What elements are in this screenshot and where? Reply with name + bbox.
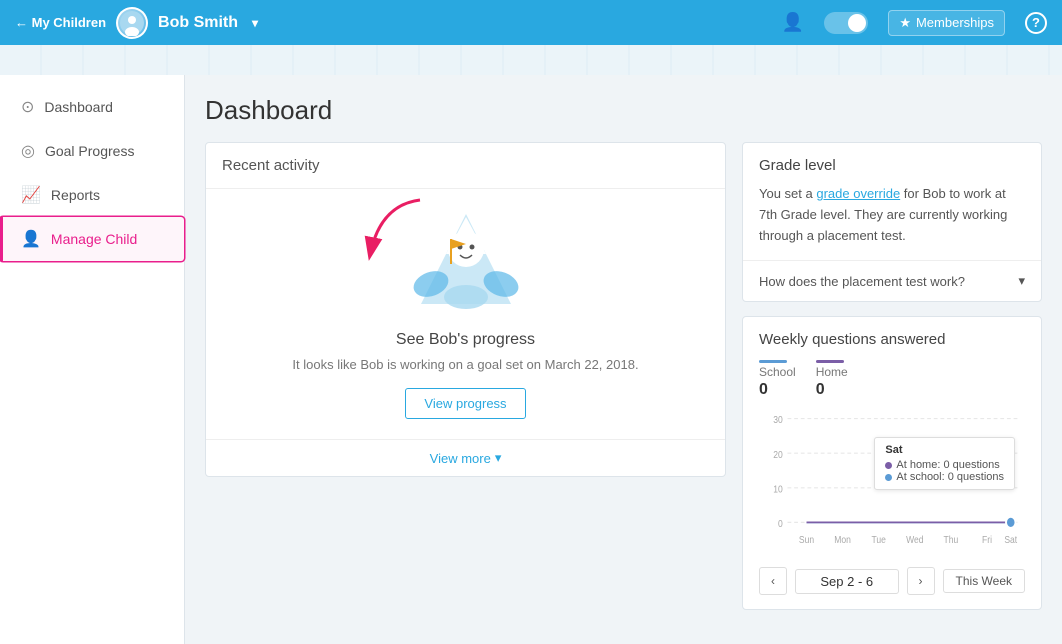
- activity-title: See Bob's progress: [396, 331, 535, 349]
- school-legend: School 0: [759, 360, 796, 399]
- svg-text:Wed: Wed: [906, 535, 923, 547]
- next-week-button[interactable]: ›: [907, 567, 935, 595]
- tooltip-home-label: At home: 0 questions: [896, 459, 999, 471]
- chart-container: 30 20 10 0 Sun Mon Tue Wed Thu Fri: [759, 407, 1025, 557]
- date-range: Sep 2 - 6: [795, 569, 899, 594]
- svg-text:Sat: Sat: [1004, 535, 1017, 547]
- back-link[interactable]: ← My Children: [15, 15, 106, 30]
- page-title: Dashboard: [205, 95, 1042, 126]
- tooltip-school-label: At school: 0 questions: [896, 471, 1004, 483]
- pattern-bar: [0, 45, 1062, 75]
- prev-week-button[interactable]: ‹: [759, 567, 787, 595]
- memberships-label: Memberships: [916, 15, 994, 30]
- dashboard-icon: ⊙: [21, 97, 34, 117]
- sidebar-label-manage-child: Manage Child: [51, 231, 137, 247]
- school-legend-label: School: [759, 365, 796, 379]
- avatar-icon: [118, 9, 146, 37]
- svg-text:Mon: Mon: [834, 535, 851, 547]
- sidebar: ⊙ Dashboard ◎ Goal Progress 📈 Reports 👤 …: [0, 75, 185, 644]
- accordion-label: How does the placement test work?: [759, 274, 965, 289]
- svg-text:Sun: Sun: [799, 535, 814, 547]
- header-right: 👤 ★ Memberships ?: [782, 10, 1047, 36]
- help-button[interactable]: ?: [1025, 12, 1047, 34]
- view-progress-button[interactable]: View progress: [405, 388, 525, 419]
- this-week-button[interactable]: This Week: [943, 569, 1025, 593]
- school-legend-bar: [759, 360, 787, 363]
- star-icon: ★: [899, 15, 911, 31]
- header-username[interactable]: Bob Smith: [158, 14, 238, 32]
- goal-progress-icon: ◎: [21, 141, 35, 161]
- svg-text:Fri: Fri: [982, 535, 992, 547]
- reports-icon: 📈: [21, 185, 41, 205]
- weekly-card-body: Weekly questions answered School 0 Home …: [743, 317, 1041, 609]
- chart-tooltip: Sat At home: 0 questions At school: 0 qu…: [874, 437, 1015, 490]
- toggle-knob: [848, 14, 866, 32]
- sidebar-item-manage-child[interactable]: 👤 Manage Child: [0, 217, 184, 261]
- activity-card-header: Recent activity: [206, 143, 725, 189]
- weekly-legend: School 0 Home 0: [759, 360, 1025, 399]
- svg-text:10: 10: [773, 484, 783, 496]
- content-columns: Recent activity: [205, 142, 1042, 624]
- sidebar-item-goal-progress[interactable]: ◎ Goal Progress: [0, 129, 184, 173]
- chart-navigation: ‹ Sep 2 - 6 › This Week: [759, 567, 1025, 595]
- manage-child-icon: 👤: [21, 229, 41, 249]
- view-more-label: View more: [430, 451, 491, 466]
- sidebar-label-goal-progress: Goal Progress: [45, 143, 134, 159]
- activity-description: It looks like Bob is working on a goal s…: [292, 357, 638, 372]
- svg-text:Thu: Thu: [944, 535, 959, 547]
- tooltip-home-dot: [885, 462, 892, 469]
- weekly-questions-card: Weekly questions answered School 0 Home …: [742, 316, 1042, 610]
- tooltip-home-item: At home: 0 questions: [885, 459, 1004, 471]
- sidebar-item-dashboard[interactable]: ⊙ Dashboard: [0, 85, 184, 129]
- sidebar-item-reports[interactable]: 📈 Reports: [0, 173, 184, 217]
- grade-card-body: Grade level You set a grade override for…: [743, 143, 1041, 260]
- activity-center: See Bob's progress It looks like Bob is …: [206, 189, 725, 439]
- header: ← My Children Bob Smith ▾ 👤 ★ Membership…: [0, 0, 1062, 45]
- right-column: Grade level You set a grade override for…: [742, 142, 1042, 624]
- activity-card: Recent activity: [205, 142, 726, 477]
- home-legend-bar: [816, 360, 844, 363]
- home-legend-label: Home: [816, 365, 848, 379]
- svg-text:30: 30: [773, 415, 783, 427]
- grade-override-link[interactable]: grade override: [816, 186, 900, 201]
- grade-text: You set a grade override for Bob to work…: [759, 184, 1025, 246]
- left-column: Recent activity: [205, 142, 726, 624]
- memberships-button[interactable]: ★ Memberships: [888, 10, 1005, 36]
- sidebar-label-reports: Reports: [51, 187, 100, 203]
- weekly-title: Weekly questions answered: [759, 331, 1025, 348]
- content: Dashboard Recent activity: [185, 75, 1062, 644]
- avatar: [116, 7, 148, 39]
- activity-card-footer: View more ▾: [206, 439, 725, 476]
- view-more-chevron: ▾: [495, 450, 502, 466]
- tooltip-school-dot: [885, 474, 892, 481]
- mountain-mascot: [406, 209, 526, 319]
- accordion-chevron: ▾: [1018, 273, 1025, 289]
- school-legend-value: 0: [759, 381, 796, 399]
- home-legend-value: 0: [816, 381, 848, 399]
- view-more-link[interactable]: View more ▾: [222, 450, 709, 466]
- main-layout: ⊙ Dashboard ◎ Goal Progress 📈 Reports 👤 …: [0, 75, 1062, 644]
- grade-text-part1: You set a: [759, 186, 816, 201]
- header-chevron-icon[interactable]: ▾: [252, 16, 258, 30]
- user-settings-icon[interactable]: 👤: [782, 12, 804, 33]
- tooltip-school-item: At school: 0 questions: [885, 471, 1004, 483]
- toggle-switch[interactable]: [824, 12, 868, 34]
- tooltip-title: Sat: [885, 444, 1004, 456]
- grade-level-card: Grade level You set a grade override for…: [742, 142, 1042, 302]
- header-left: ← My Children Bob Smith ▾: [15, 7, 258, 39]
- sidebar-label-dashboard: Dashboard: [44, 99, 113, 115]
- svg-text:Tue: Tue: [871, 535, 885, 547]
- svg-text:0: 0: [778, 519, 783, 531]
- home-legend: Home 0: [816, 360, 848, 399]
- help-icon: ?: [1032, 15, 1040, 30]
- svg-text:20: 20: [773, 449, 783, 461]
- grade-accordion[interactable]: How does the placement test work? ▾: [743, 260, 1041, 301]
- grade-title: Grade level: [759, 157, 1025, 174]
